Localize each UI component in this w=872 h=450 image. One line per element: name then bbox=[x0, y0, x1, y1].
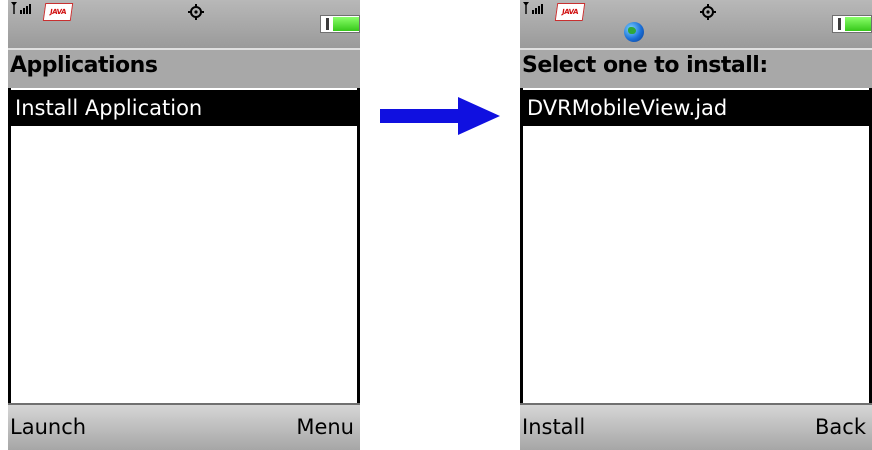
java-icon: JAVA bbox=[554, 3, 586, 21]
list-item-install-application[interactable]: Install Application bbox=[11, 90, 357, 126]
menu-softkey[interactable]: Menu bbox=[296, 415, 354, 439]
settings-gear-icon bbox=[700, 4, 716, 20]
status-bar: JAVA bbox=[520, 0, 872, 50]
app-list: Install Application bbox=[8, 88, 360, 403]
phone-screen-select-install: JAVA Select one to install: DVRMobileVie… bbox=[520, 0, 872, 450]
page-title: Select one to install: bbox=[522, 53, 768, 78]
list-item-dvrmobileview-jad[interactable]: DVRMobileView.jad bbox=[523, 90, 869, 126]
java-icon: JAVA bbox=[42, 3, 74, 21]
file-list: DVRMobileView.jad bbox=[520, 88, 872, 403]
signal-icon bbox=[523, 2, 543, 14]
title-bar: Select one to install: bbox=[520, 50, 872, 88]
back-softkey[interactable]: Back bbox=[815, 415, 866, 439]
status-bar: JAVA bbox=[8, 0, 360, 50]
globe-icon bbox=[624, 22, 644, 42]
install-softkey[interactable]: Install bbox=[522, 415, 585, 439]
battery-icon bbox=[320, 15, 360, 33]
battery-icon bbox=[832, 15, 872, 33]
right-arrow-icon bbox=[380, 97, 500, 135]
softkey-bar: Launch Menu bbox=[8, 403, 360, 450]
settings-gear-icon bbox=[188, 4, 204, 20]
phone-screen-applications: JAVA Applications Install Application La… bbox=[8, 0, 360, 450]
signal-icon bbox=[11, 2, 31, 14]
title-bar: Applications bbox=[8, 50, 360, 88]
launch-softkey[interactable]: Launch bbox=[10, 415, 86, 439]
softkey-bar: Install Back bbox=[520, 403, 872, 450]
page-title: Applications bbox=[10, 53, 158, 78]
